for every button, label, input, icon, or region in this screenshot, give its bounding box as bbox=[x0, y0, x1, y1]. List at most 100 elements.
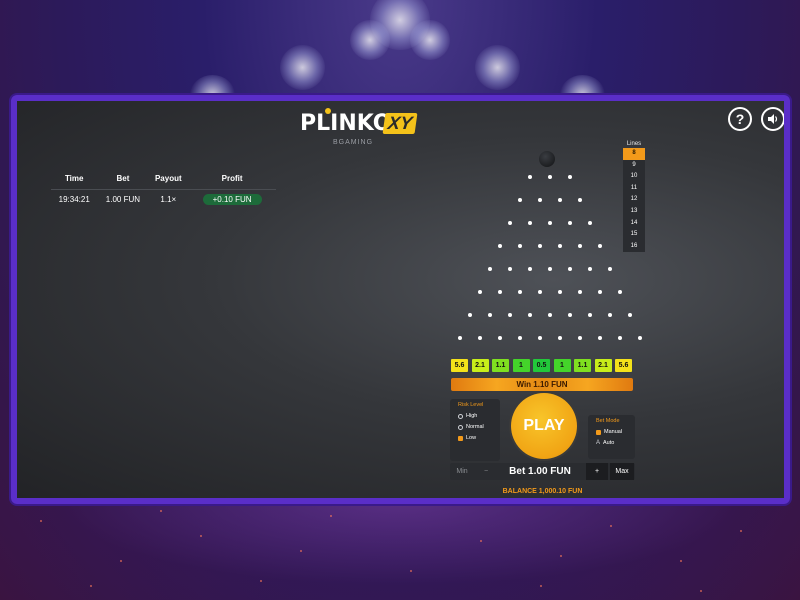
peg bbox=[638, 336, 642, 340]
lines-option-8[interactable]: 8 bbox=[623, 148, 645, 160]
peg bbox=[538, 244, 542, 248]
lines-option-10[interactable]: 10 bbox=[623, 171, 645, 183]
peg bbox=[588, 313, 592, 317]
help-icon[interactable]: ? bbox=[728, 107, 752, 131]
peg bbox=[568, 313, 572, 317]
peg bbox=[558, 244, 562, 248]
peg bbox=[588, 267, 592, 271]
spark bbox=[610, 525, 612, 527]
peg bbox=[618, 290, 622, 294]
play-button[interactable]: PLAY bbox=[511, 393, 577, 459]
peg bbox=[488, 267, 492, 271]
multiplier-slot: 2.1 bbox=[594, 359, 612, 372]
spark bbox=[540, 585, 542, 587]
spark bbox=[40, 520, 42, 522]
lines-option-14[interactable]: 14 bbox=[623, 217, 645, 230]
history-col-bet: Bet bbox=[97, 171, 149, 190]
lines-option-11[interactable]: 11 bbox=[623, 182, 645, 195]
lines-selector: Lines 8 9 10 11 12 13 14 15 16 bbox=[623, 141, 645, 253]
history-col-time: Time bbox=[51, 171, 98, 190]
lines-option-13[interactable]: 13 bbox=[623, 205, 645, 218]
auto-icon: A bbox=[596, 440, 601, 446]
profit-pill: +0.10 FUN bbox=[202, 194, 262, 205]
bet-max-button[interactable]: Max bbox=[610, 463, 634, 480]
history-col-payout: Payout bbox=[148, 171, 189, 190]
risk-option-label: High bbox=[466, 413, 478, 419]
peg bbox=[618, 336, 622, 340]
peg bbox=[558, 198, 562, 202]
risk-level-panel: Risk Level High Normal Low bbox=[450, 399, 500, 461]
peg bbox=[608, 313, 612, 317]
logo-text: PLINKO bbox=[300, 111, 392, 136]
peg bbox=[528, 313, 532, 317]
bet-mode-manual[interactable]: Manual bbox=[588, 424, 635, 435]
risk-option-high[interactable]: High bbox=[450, 408, 500, 419]
history-table: Time Bet Payout Profit 19:34:21 1.00 FUN… bbox=[51, 171, 276, 209]
peg bbox=[538, 336, 542, 340]
radio-icon bbox=[458, 424, 463, 430]
peg bbox=[508, 313, 512, 317]
win-banner: Win 1.10 FUN bbox=[451, 378, 633, 391]
multiplier-slot: 0.5 bbox=[533, 359, 550, 372]
history-time: 19:34:21 bbox=[58, 195, 90, 204]
peg bbox=[548, 175, 552, 179]
peg bbox=[578, 244, 582, 248]
spark bbox=[330, 515, 332, 517]
peg bbox=[478, 290, 482, 294]
stage-light-icon bbox=[410, 20, 450, 60]
history-profit: +0.10 FUN bbox=[188, 190, 276, 210]
logo-subtitle: BGAMING bbox=[333, 139, 374, 146]
peg bbox=[568, 221, 572, 225]
lines-option-15[interactable]: 15 bbox=[623, 229, 645, 241]
peg bbox=[578, 290, 582, 294]
bet-mode-label: Manual bbox=[604, 429, 623, 435]
spark bbox=[680, 560, 682, 562]
bet-decrease-button[interactable]: − bbox=[474, 463, 498, 480]
peg bbox=[478, 336, 482, 340]
peg bbox=[578, 336, 582, 340]
multiplier-slot: 1 bbox=[512, 359, 530, 372]
sound-icon[interactable] bbox=[761, 107, 784, 131]
bet-mode-auto[interactable]: A Auto bbox=[588, 435, 635, 446]
stage-light-icon bbox=[280, 45, 325, 90]
ball-dropper-icon bbox=[539, 151, 555, 167]
multiplier-slot: 5.6 bbox=[451, 359, 468, 372]
lines-option-9[interactable]: 9 bbox=[623, 159, 645, 172]
peg bbox=[498, 290, 502, 294]
stage-light-icon bbox=[350, 20, 390, 60]
bet-min-button[interactable]: Min bbox=[450, 463, 474, 480]
spark bbox=[480, 540, 482, 542]
peg bbox=[588, 221, 592, 225]
peg bbox=[508, 267, 512, 271]
multiplier-slot: 2.1 bbox=[471, 359, 489, 372]
peg bbox=[558, 336, 562, 340]
spark bbox=[410, 570, 412, 572]
lines-option-12[interactable]: 12 bbox=[623, 194, 645, 206]
history-bet: 1.00 FUN bbox=[105, 195, 141, 204]
peg bbox=[548, 267, 552, 271]
risk-option-normal[interactable]: Normal bbox=[450, 419, 500, 430]
multiplier-slot: 1.1 bbox=[574, 359, 591, 372]
game-frame: PLINKO XY BGAMING ? Time Bet Payout Prof… bbox=[11, 95, 790, 504]
risk-title: Risk Level bbox=[458, 402, 484, 408]
logo-dot-icon bbox=[325, 108, 331, 114]
spark bbox=[260, 580, 262, 582]
peg bbox=[598, 290, 602, 294]
spark bbox=[200, 535, 202, 537]
multiplier-slot: 1 bbox=[553, 359, 571, 372]
lines-option-16[interactable]: 16 bbox=[623, 240, 645, 253]
game-logo: PLINKO XY BGAMING bbox=[300, 108, 420, 151]
bet-mode-label: Auto bbox=[603, 440, 615, 446]
peg bbox=[598, 336, 602, 340]
multiplier-slot: 5.6 bbox=[615, 359, 632, 372]
radio-selected-icon bbox=[596, 429, 601, 435]
peg bbox=[518, 198, 522, 202]
peg bbox=[548, 313, 552, 317]
peg bbox=[508, 221, 512, 225]
spark bbox=[740, 530, 742, 532]
risk-option-low[interactable]: Low bbox=[450, 430, 500, 441]
peg bbox=[498, 336, 502, 340]
spark bbox=[300, 550, 302, 552]
bet-increase-button[interactable]: + bbox=[586, 463, 608, 480]
stage-lights bbox=[0, 0, 800, 115]
